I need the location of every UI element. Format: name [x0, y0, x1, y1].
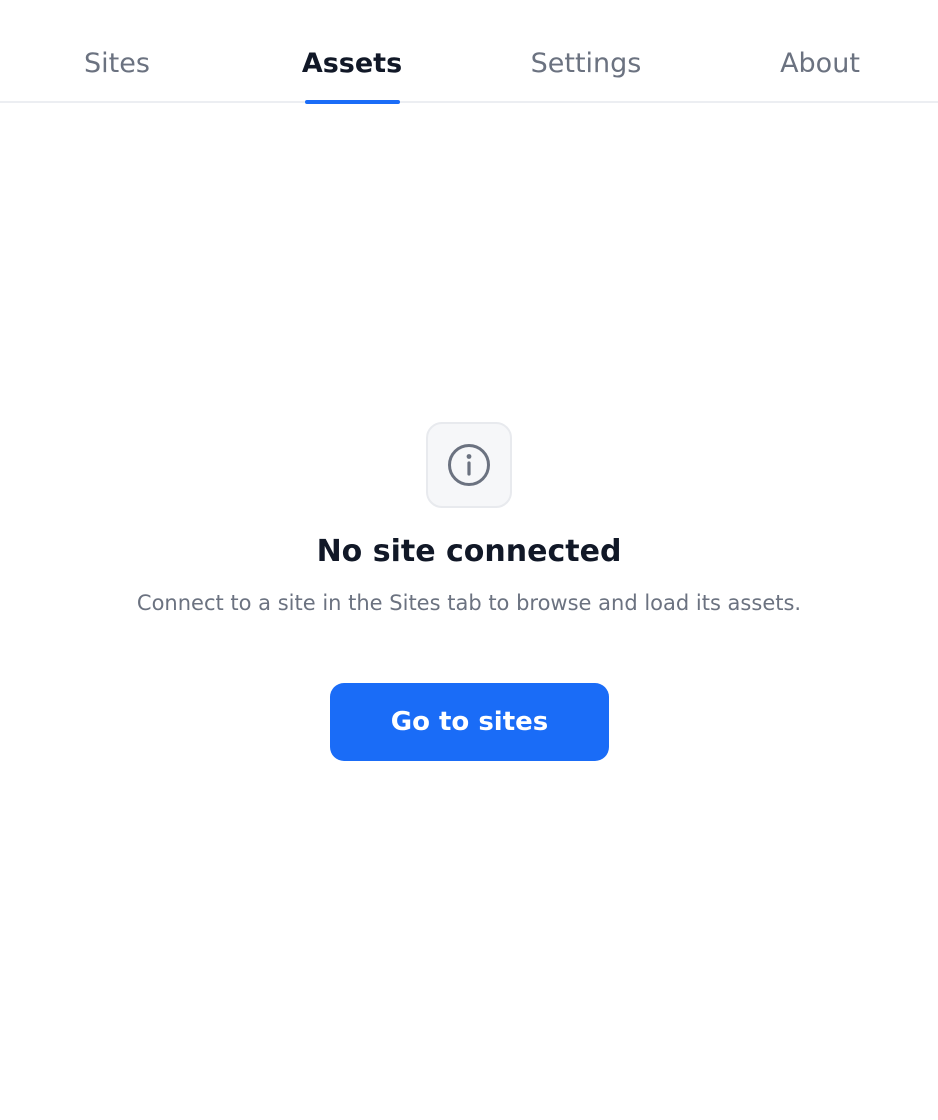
empty-state: No site connected Connect to a site in t…: [0, 0, 938, 1120]
info-icon-container: [426, 422, 512, 508]
info-icon: [448, 444, 490, 486]
empty-state-message: Connect to a site in the Sites tab to br…: [136, 591, 802, 615]
empty-state-title: No site connected: [316, 534, 622, 569]
go-to-sites-button[interactable]: Go to sites: [330, 683, 609, 761]
